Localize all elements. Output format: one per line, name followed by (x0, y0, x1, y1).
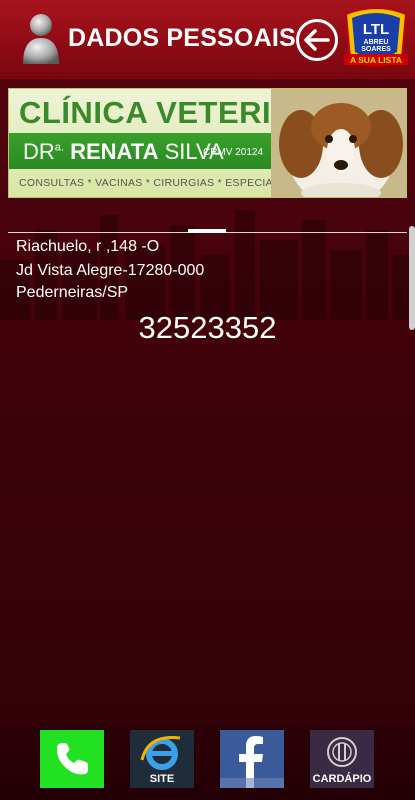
abreu-soares-logo[interactable]: LTL ABREU SOARES A SUA LISTA (342, 4, 410, 74)
internet-explorer-icon (140, 735, 181, 770)
website-button[interactable]: SITE (130, 730, 194, 788)
cardapio-label: CARDÁPIO (312, 773, 372, 785)
phone-icon (56, 743, 88, 775)
arrow-left-icon (304, 29, 330, 51)
address-line-neighborhood: Jd Vista Alegre-17280-000 (16, 262, 205, 279)
phone-number[interactable]: 32523352 (0, 310, 415, 346)
page-title: DADOS PESSOAIS (68, 24, 296, 52)
facebook-button[interactable] (220, 730, 284, 788)
svg-text:LTL: LTL (363, 21, 389, 38)
doctor-first-name: RENATA (70, 139, 159, 164)
menu-cardapio-button[interactable]: CARDÁPIO (310, 730, 374, 788)
facebook-icon (220, 736, 284, 788)
svg-text:A SUA LISTA: A SUA LISTA (350, 55, 402, 65)
doctor-prefix-sup: a. (54, 141, 64, 154)
back-button[interactable] (296, 19, 338, 61)
veterinary-clinic-banner[interactable]: CLÍNICA VETERINÁRIA DRa. RENATA SILVA CR… (8, 88, 407, 198)
cutlery-plate-icon (327, 737, 357, 767)
dog-photo (271, 89, 406, 197)
page-indicator (188, 229, 226, 233)
banner-crmv: CRMV 20124 (203, 147, 264, 158)
city-skyline-decoration (0, 210, 415, 320)
banner-doctor-name: DRa. RENATA SILVA (23, 139, 224, 165)
site-label: SITE (149, 773, 175, 785)
doctor-prefix: DR (23, 139, 55, 164)
call-button[interactable] (40, 730, 104, 788)
address-line-city: Pederneiras/SP (16, 284, 129, 301)
address-line-street: Riachuelo, r ,148 -O (16, 238, 160, 255)
svg-text:SOARES: SOARES (361, 46, 391, 53)
user-profile-icon (23, 14, 59, 64)
svg-text:ABREU: ABREU (364, 39, 389, 46)
app-header: DADOS PESSOAIS LTL ABREU SOARES A SUA LI… (0, 0, 415, 80)
